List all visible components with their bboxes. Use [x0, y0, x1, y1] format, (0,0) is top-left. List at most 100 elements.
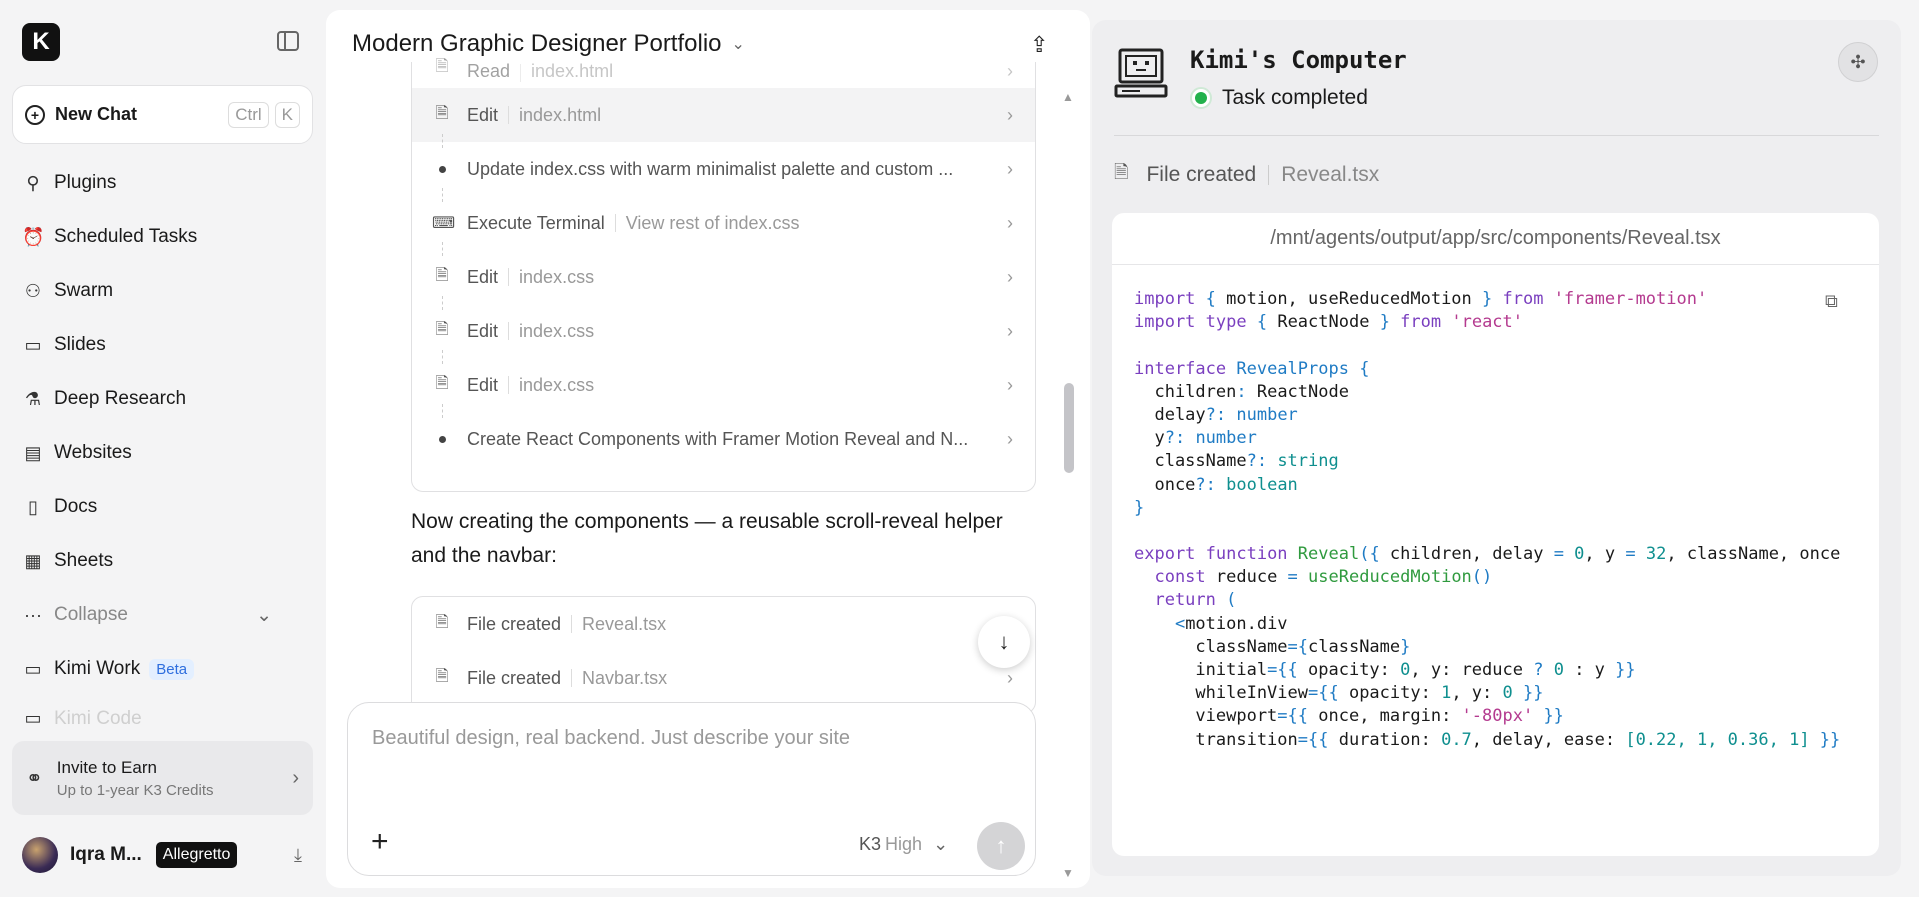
step-target: index.css: [519, 266, 595, 287]
step-action: Edit: [467, 320, 499, 341]
code-token: 32: [1645, 544, 1667, 565]
sidebar-item-docs[interactable]: ▯ Docs: [22, 492, 97, 522]
code-token: function: [1205, 544, 1298, 565]
code-line: children: ReactNode: [1134, 378, 1854, 402]
file-icon: 🗎: [435, 266, 449, 284]
assistant-message: Now creating the components — a reusable…: [411, 510, 1003, 567]
sidebar-collapse[interactable]: ··· Collapse ⌄: [22, 600, 272, 630]
step-target: index.html: [531, 61, 614, 81]
code-token: ReactNode: [1256, 381, 1349, 402]
model-selector[interactable]: K3 High ⌄: [859, 834, 948, 855]
chevron-right-icon: ›: [1007, 158, 1013, 179]
file-icon: 🗎: [435, 104, 449, 122]
step-row[interactable]: ⌨ Execute Terminal View rest of index.cs…: [412, 196, 1035, 250]
code-token: className: [1134, 636, 1288, 657]
sidebar-item-slides[interactable]: ▭ Slides: [22, 330, 106, 360]
code-token: import: [1134, 289, 1206, 309]
step-row[interactable]: 🗎 Read index.html ›: [412, 38, 1035, 86]
step-row[interactable]: 🗎 Edit index.css ›: [412, 250, 1035, 304]
message-input[interactable]: [372, 727, 1012, 750]
code-token: , y:: [1451, 683, 1503, 704]
code-token: =: [1553, 544, 1575, 565]
file-row[interactable]: 🗎 File created Navbar.tsx ›: [412, 651, 1035, 705]
code-token: transition: [1134, 729, 1298, 749]
code-icon: ▭: [24, 708, 42, 728]
handshake-icon: ⚭: [26, 767, 43, 790]
sidebar-item-plugins[interactable]: ⚲ Plugins: [22, 168, 116, 198]
scroll-down-arrow[interactable]: ▼: [1062, 866, 1074, 880]
sidebar-item-kimi-code[interactable]: ▭ Kimi Code: [22, 708, 141, 736]
attach-plus-icon[interactable]: +: [371, 827, 389, 857]
file-icon: 🗎: [435, 58, 449, 75]
code-line: import type { ReactNode } from 'react': [1134, 308, 1854, 333]
sidebar-item-sheets[interactable]: ▦ Sheets: [22, 546, 113, 576]
code-token: reduce: [1215, 567, 1288, 588]
chevron-right-icon: ›: [1007, 61, 1013, 81]
sidebar-item-label: Websites: [54, 442, 132, 463]
step-row[interactable]: 🗎 Edit index.html ›: [412, 88, 1035, 142]
chevron-right-icon: ›: [1007, 667, 1013, 688]
code-line: className?: string: [1134, 447, 1854, 471]
new-chat-button[interactable]: + New Chat Ctrl K: [12, 85, 313, 144]
step-row[interactable]: Create React Components with Framer Moti…: [412, 412, 1035, 466]
kimi-logo-icon[interactable]: K: [22, 23, 60, 61]
doc-icon: ▯: [28, 496, 38, 517]
code-token: ?:: [1164, 428, 1196, 449]
code-token: ReactNode: [1277, 312, 1380, 333]
send-button[interactable]: ↑: [977, 822, 1025, 870]
sidebar-item-scheduled-tasks[interactable]: ⏰ Scheduled Tasks: [22, 222, 197, 252]
invite-to-earn-card[interactable]: ⚭ Invite to Earn Up to 1-year K3 Credits…: [12, 741, 313, 815]
sidebar-toggle-icon[interactable]: [277, 31, 299, 51]
code-token: ={{: [1308, 683, 1349, 704]
code-token: 1: [1441, 683, 1452, 704]
file-action: File created: [1146, 163, 1257, 186]
code-token: motion.div: [1185, 613, 1288, 634]
table-icon: ▦: [24, 550, 42, 571]
code-token: Reveal: [1297, 544, 1360, 565]
code-line: const reduce = useReducedMotion(): [1134, 563, 1854, 588]
user-profile[interactable]: Iqra M... Allegretto ⤓: [22, 837, 302, 873]
code-token: opacity:: [1308, 660, 1401, 680]
model-name: K3: [859, 834, 882, 854]
sidebar-item-label: Kimi Work: [54, 658, 141, 679]
beta-badge: Beta: [149, 658, 195, 680]
scrollbar-thumb[interactable]: [1064, 383, 1074, 473]
file-row[interactable]: 🗎 File created Reveal.tsx: [412, 597, 1035, 651]
sidebar-item-websites[interactable]: ▤ Websites: [22, 438, 132, 468]
scroll-to-bottom-button[interactable]: ↓: [978, 616, 1030, 668]
code-token: import: [1134, 312, 1206, 333]
file-path: /mnt/agents/output/app/src/components/Re…: [1112, 213, 1879, 265]
code-token: children: [1134, 381, 1237, 402]
created-files-list: 🗎 File created Reveal.tsx 🗎 File created…: [411, 596, 1036, 714]
sidebar-item-kimi-work[interactable]: ▭ Kimi Work Beta: [22, 654, 195, 684]
chevron-down-icon: ⌄: [933, 834, 949, 854]
step-row[interactable]: Update index.css with warm minimalist pa…: [412, 142, 1035, 196]
step-row[interactable]: 🗎 Edit index.css ›: [412, 304, 1035, 358]
code-token: once: [1134, 474, 1196, 495]
code-token: {: [1359, 358, 1370, 379]
sidebar-item-deep-research[interactable]: ⚗ Deep Research: [22, 384, 186, 414]
status-dot-icon: [1190, 87, 1212, 109]
code-token: ={{: [1277, 706, 1319, 727]
code-token: }}: [1809, 729, 1841, 749]
code-token: from: [1502, 289, 1554, 309]
code-token: 0: [1400, 660, 1411, 680]
status-text: Task completed: [1222, 86, 1368, 109]
download-icon[interactable]: ⤓: [294, 845, 302, 866]
code-token: opacity:: [1348, 683, 1442, 704]
expand-icon[interactable]: ✣: [1838, 42, 1878, 82]
plan-badge: Allegretto: [155, 842, 238, 868]
panel-title: Kimi's Computer: [1190, 46, 1407, 74]
avatar: [22, 837, 58, 873]
sidebar-item-label: Slides: [54, 334, 106, 355]
sidebar-item-swarm[interactable]: ⚇ Swarm: [22, 276, 113, 306]
scroll-up-arrow[interactable]: ▲: [1062, 90, 1074, 104]
code-token: , y: [1584, 544, 1626, 565]
bullet-icon: [439, 435, 446, 443]
code-token: }}: [1523, 683, 1544, 704]
file-icon: 🗎: [435, 374, 449, 392]
plug-icon: ⚲: [26, 172, 40, 193]
code-token: 'framer-motion': [1553, 289, 1708, 309]
step-row[interactable]: 🗎 Edit index.css ›: [412, 358, 1035, 412]
browser-icon: ▤: [24, 442, 42, 463]
